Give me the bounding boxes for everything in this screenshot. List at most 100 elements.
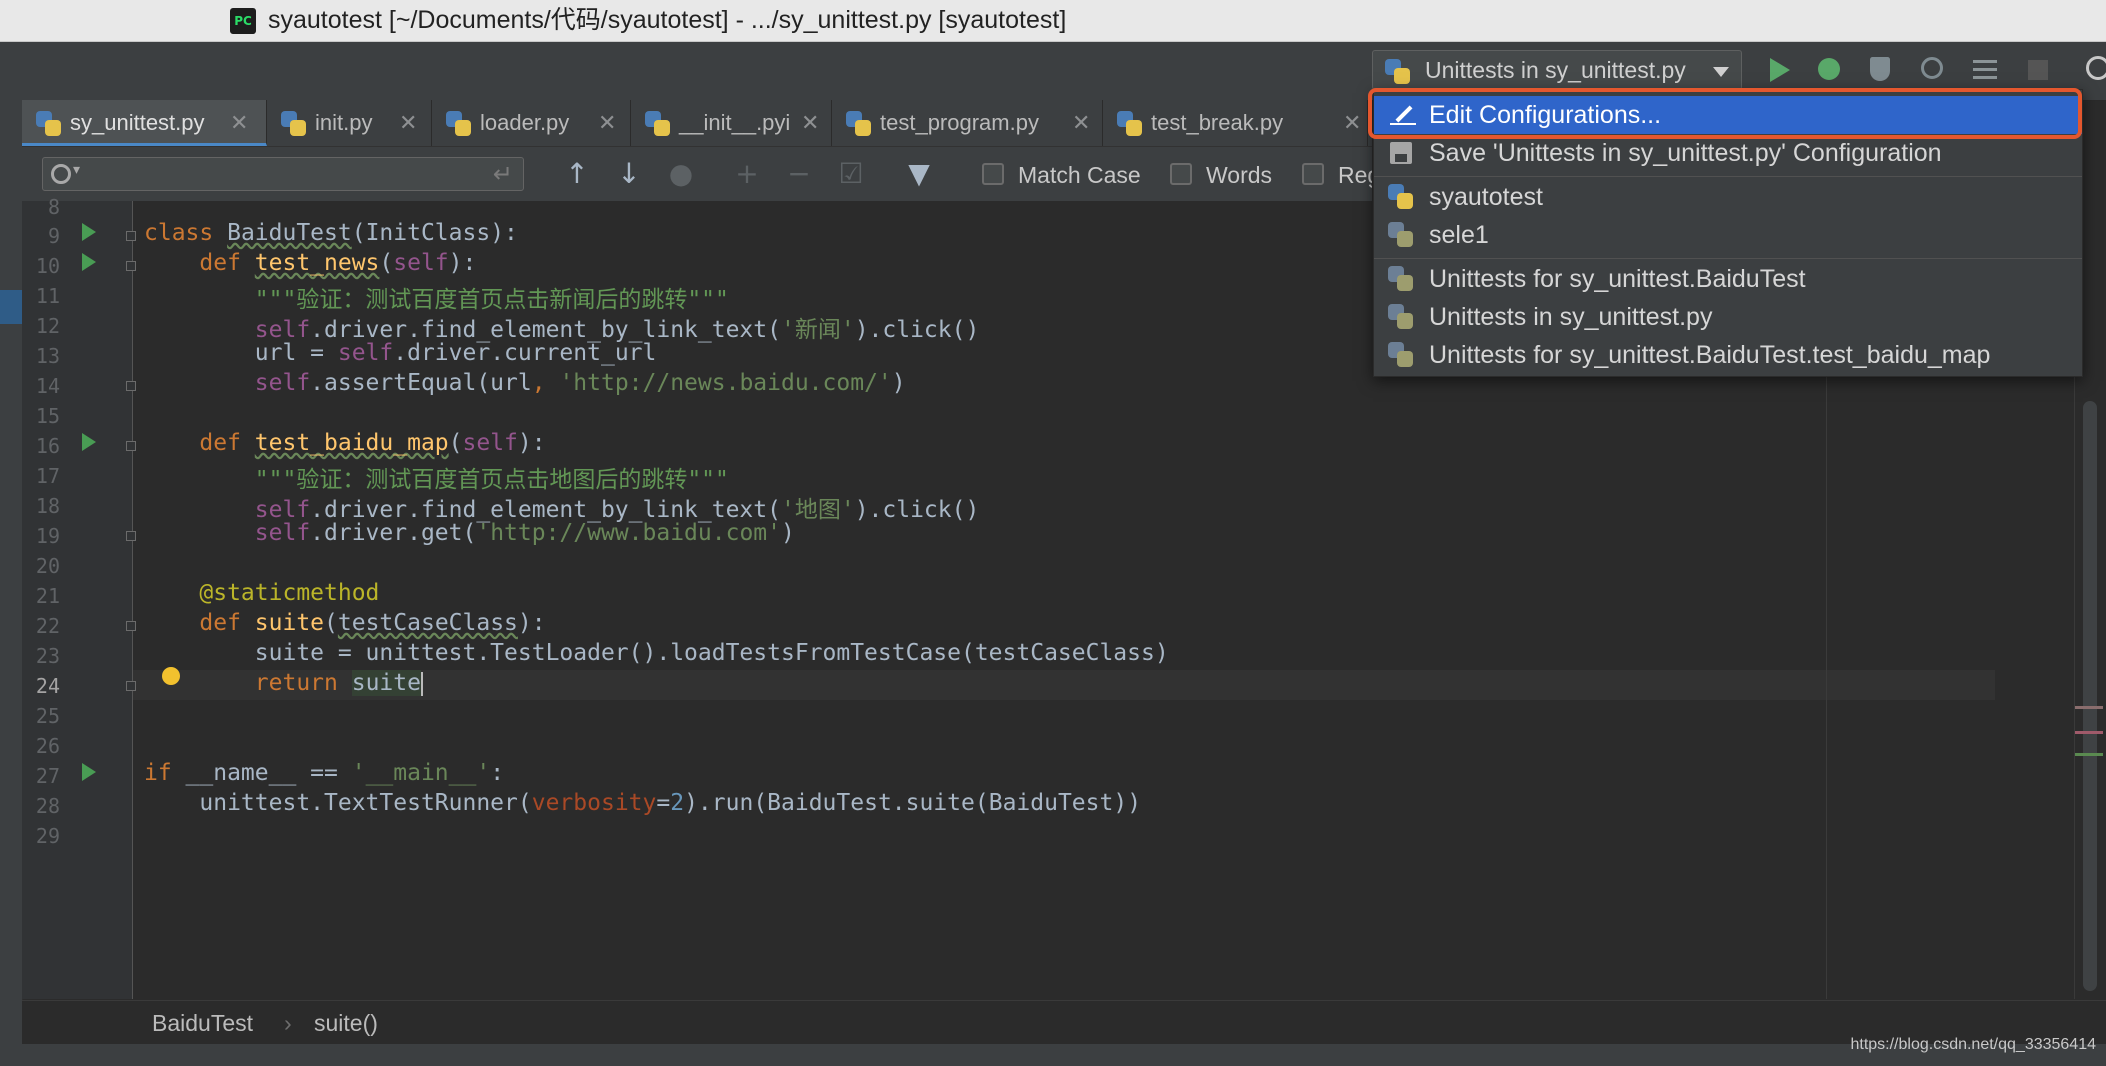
line-number: 20 (35, 554, 60, 578)
code-line: self.assertEqual(url, 'http://news.baidu… (254, 370, 906, 396)
checkbox-box (1170, 163, 1192, 185)
fold-icon[interactable] (126, 231, 136, 241)
code-line: self.driver.find_element_by_link_text('地… (254, 497, 980, 523)
line-number: 26 (35, 734, 60, 758)
select-all-occurrences-icon[interactable]: ☑ (834, 157, 868, 191)
config-item-unittests-baidu-map[interactable]: Unittests for sy_unittest.BaiduTest.test… (1374, 336, 2082, 374)
tab-test-break[interactable]: test_break.py ✕ (1103, 100, 1368, 146)
tab-test-program[interactable]: test_program.py ✕ (832, 100, 1103, 146)
editor-tabs: sy_unittest.py ✕ init.py ✕ loader.py ✕ _… (22, 100, 1372, 147)
menu-item-label: Unittests for sy_unittest.BaiduTest (1429, 265, 1806, 293)
close-icon[interactable]: ✕ (1072, 100, 1090, 146)
tab-label: init.py (315, 110, 373, 135)
line-number: 19 (35, 524, 60, 548)
run-button[interactable] (1762, 52, 1798, 88)
next-occurrence-button[interactable]: ↓ (612, 157, 646, 191)
coverage-button[interactable] (1864, 52, 1900, 88)
run-gutter-icon[interactable] (82, 763, 96, 781)
python-file-icon (846, 111, 872, 137)
chevron-down-icon: ▾ (73, 162, 81, 178)
config-item-unittests-baidutest[interactable]: Unittests for sy_unittest.BaiduTest (1374, 260, 2082, 298)
breadcrumb-class[interactable]: BaiduTest (152, 1001, 253, 1045)
search-input[interactable]: ▾ ↵ (42, 157, 524, 191)
menu-separator (1374, 258, 2082, 259)
code-line: def suite(testCaseClass): (199, 610, 546, 636)
fold-icon[interactable] (126, 261, 136, 271)
fold-icon[interactable] (126, 621, 136, 631)
text-caret (420, 671, 423, 696)
window-titlebar: PC syautotest [~/Documents/代码/syautotest… (0, 0, 2106, 42)
filter-icon[interactable]: ▼ (902, 157, 936, 191)
checkbox-label: Regex (1338, 162, 1372, 188)
menu-item-label: sele1 (1429, 221, 1489, 249)
tab-sy-unittest[interactable]: sy_unittest.py ✕ (22, 100, 267, 146)
pycharm-app-icon: PC (230, 8, 256, 34)
tab-init[interactable]: init.py ✕ (267, 100, 432, 146)
python-config-icon (1388, 222, 1414, 248)
close-icon[interactable]: ✕ (1343, 100, 1361, 146)
line-number: 29 (35, 824, 60, 848)
remove-occurrence-icon[interactable]: − (782, 157, 816, 191)
close-icon[interactable]: ✕ (230, 100, 248, 146)
tab-label: __init__.pyi (679, 110, 791, 135)
enter-icon: ↵ (492, 160, 513, 188)
close-icon[interactable]: ✕ (801, 100, 819, 146)
fold-icon[interactable] (126, 531, 136, 541)
coverage-icon (1870, 57, 1890, 81)
close-icon[interactable]: ✕ (399, 100, 417, 146)
left-tool-strip (0, 100, 23, 1044)
breadcrumb-method[interactable]: suite() (314, 1001, 378, 1045)
tab-label: sy_unittest.py (70, 110, 205, 135)
line-number: 18 (35, 494, 60, 518)
tab-label: loader.py (480, 110, 570, 135)
fold-icon[interactable] (126, 381, 136, 391)
save-icon (1390, 142, 1412, 164)
code-line: def test_baidu_map(self): (199, 430, 546, 456)
run-gutter-icon[interactable] (82, 433, 96, 451)
fold-icon[interactable] (126, 681, 136, 691)
config-item-sele1[interactable]: sele1 (1374, 216, 2082, 254)
match-case-checkbox[interactable]: Match Case (982, 161, 1182, 189)
error-stripe-mark[interactable] (2075, 706, 2103, 709)
line-number: 22 (35, 614, 60, 638)
tab-label: test_break.py (1151, 110, 1284, 135)
config-item-syautotest[interactable]: syautotest (1374, 178, 2082, 216)
find-all-occurrences-icon[interactable]: ● (664, 157, 698, 191)
line-number: 13 (35, 344, 60, 368)
error-stripe-mark[interactable] (2075, 753, 2103, 756)
menu-item-label: syautotest (1429, 183, 1543, 211)
run-gutter-icon[interactable] (82, 223, 96, 241)
config-item-unittests-in-file[interactable]: Unittests in sy_unittest.py (1374, 298, 2082, 336)
code-line: @staticmethod (199, 580, 380, 606)
status-bar (0, 1044, 2106, 1066)
run-gutter-icon[interactable] (82, 253, 96, 271)
debug-button[interactable] (1812, 52, 1848, 88)
checkbox-box (1302, 163, 1324, 185)
line-number: 27 (35, 764, 60, 788)
previous-occurrence-button[interactable]: ↑ (560, 157, 594, 191)
stop-button[interactable] (2020, 52, 2056, 88)
words-checkbox[interactable]: Words (1170, 161, 1310, 189)
line-number: 25 (35, 704, 60, 728)
python-file-icon (36, 111, 62, 137)
error-stripe-mark[interactable] (2075, 731, 2103, 734)
run-configuration-selector[interactable]: Unittests in sy_unittest.py (1372, 50, 1742, 90)
checkbox-label: Match Case (1018, 162, 1141, 188)
code-line: def test_news(self): (199, 250, 477, 276)
close-icon[interactable]: ✕ (598, 100, 616, 146)
profile-button[interactable] (1916, 52, 1952, 88)
menu-item-label: Unittests for sy_unittest.BaiduTest.test… (1429, 341, 1991, 369)
regex-checkbox[interactable]: Regex (1302, 161, 1372, 189)
find-bar: ▾ ↵ ↑ ↓ ● + − ☑ ▼ Match Case Words Regex (22, 147, 1372, 202)
search-everywhere-icon[interactable] (2086, 56, 2106, 80)
project-tool-marker[interactable] (0, 290, 22, 324)
add-occurrence-icon[interactable]: + (730, 157, 764, 191)
line-number: 14 (35, 374, 60, 398)
fold-icon[interactable] (126, 441, 136, 451)
scrollbar-thumb[interactable] (2083, 401, 2097, 991)
tab-loader[interactable]: loader.py ✕ (432, 100, 631, 146)
tab-init-pyi[interactable]: __init__.pyi ✕ (631, 100, 832, 146)
save-configuration-item[interactable]: Save 'Unittests in sy_unittest.py' Confi… (1374, 134, 2082, 172)
line-number: 16 (35, 434, 60, 458)
concurrency-button[interactable] (1968, 52, 2004, 88)
